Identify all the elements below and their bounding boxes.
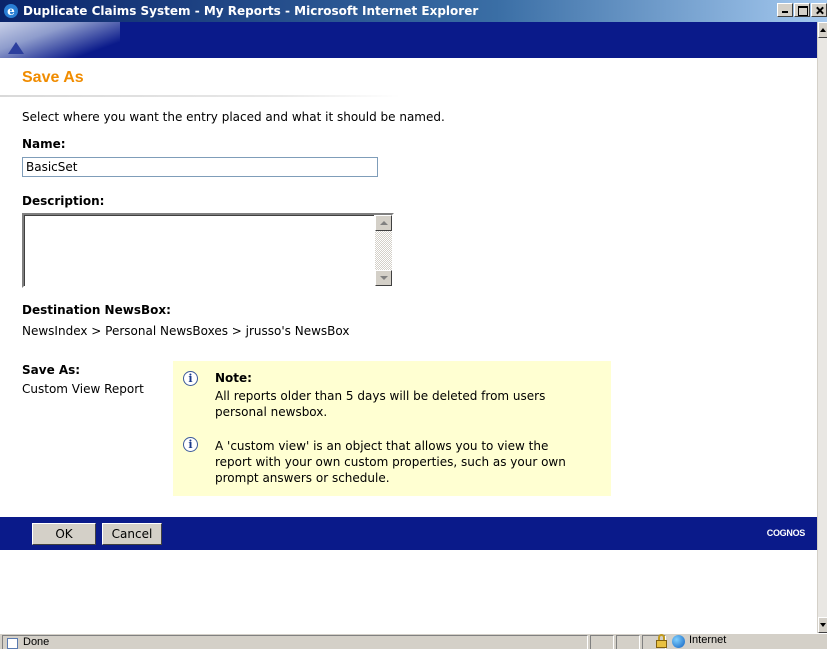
description-textarea[interactable] (22, 213, 394, 288)
window-title: Duplicate Claims System - My Reports - M… (23, 4, 479, 18)
info-icon: i (183, 437, 198, 452)
page-content: Save As Select where you want the entry … (0, 22, 817, 633)
internet-zone-icon (672, 635, 685, 648)
scroll-down-arrow-icon[interactable] (375, 270, 392, 286)
note-text-line: A 'custom view' is an object that allows… (215, 439, 549, 453)
close-button[interactable] (811, 3, 827, 17)
status-cell: Done (2, 635, 588, 649)
note-text-line: prompt answers or schedule. (215, 471, 390, 485)
info-icon: i (183, 371, 198, 386)
minimize-button[interactable] (777, 3, 793, 17)
destination-path: NewsIndex > Personal NewsBoxes > jrusso'… (22, 324, 350, 338)
title-bar: e Duplicate Claims System - My Reports -… (0, 0, 827, 22)
security-zone-text: Internet (689, 634, 727, 646)
internet-explorer-icon: e (4, 4, 18, 18)
scroll-up-arrow-icon[interactable] (818, 22, 827, 38)
save-as-label: Save As: (22, 363, 81, 377)
svg-text:e: e (7, 4, 15, 18)
maximize-button[interactable] (794, 3, 810, 17)
page-title: Save As (22, 69, 84, 86)
cognos-mark-icon (8, 42, 24, 54)
scroll-down-arrow-icon[interactable] (818, 617, 827, 633)
cancel-button[interactable]: Cancel (102, 523, 162, 545)
page-scrollbar[interactable] (817, 22, 827, 633)
status-text: Done (23, 636, 50, 648)
page-done-icon (7, 638, 18, 649)
description-scrollbar[interactable] (375, 215, 392, 286)
note-text-line: report with your own custom properties, … (215, 455, 566, 469)
note-text-line: personal newsbox. (215, 405, 328, 419)
note-title: Note: (215, 371, 252, 385)
description-label: Description: (22, 194, 105, 208)
scroll-up-arrow-icon[interactable] (375, 215, 392, 231)
ok-button[interactable]: OK (32, 523, 96, 545)
cognos-logo: COGNOS (766, 528, 806, 538)
status-cell (590, 635, 614, 649)
header-banner (0, 22, 817, 58)
instructions-text: Select where you want the entry placed a… (22, 110, 445, 124)
lock-icon (656, 634, 667, 648)
status-cell (616, 635, 640, 649)
note-text-line: All reports older than 5 days will be de… (215, 389, 546, 403)
action-bar: OK Cancel COGNOS (0, 517, 817, 550)
status-bar: Done Internet (0, 633, 827, 649)
name-label: Name: (22, 137, 66, 151)
title-divider (0, 95, 400, 97)
name-input[interactable] (22, 157, 378, 177)
save-as-type: Custom View Report (22, 382, 144, 396)
note-panel: i Note: All reports older than 5 days wi… (173, 361, 611, 496)
destination-label: Destination NewsBox: (22, 303, 171, 317)
